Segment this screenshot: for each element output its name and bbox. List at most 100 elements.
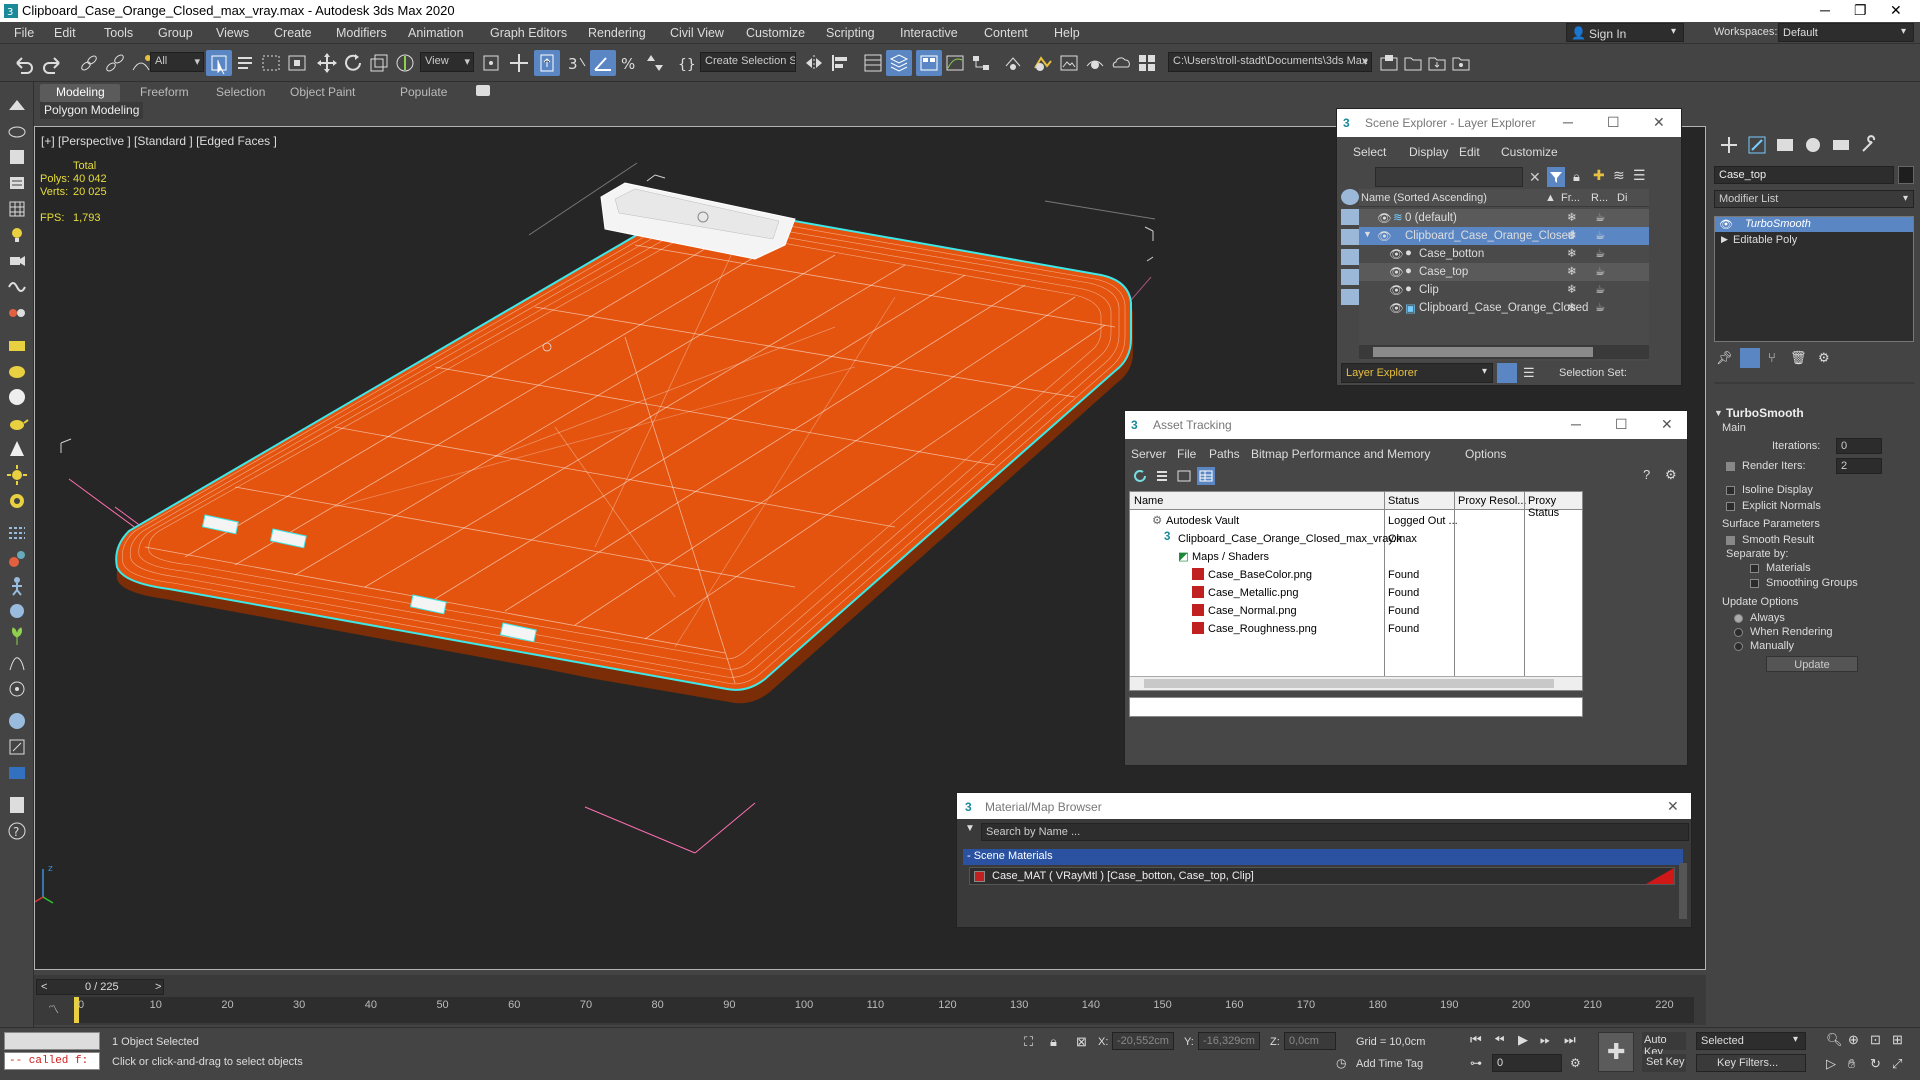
expand-arrow-icon[interactable]: ▼	[1363, 229, 1372, 239]
make-unique-icon[interactable]: ⑂	[1768, 350, 1776, 365]
crowd-icon[interactable]	[4, 676, 30, 702]
maxscript-listener[interactable]: -- called f:	[4, 1052, 100, 1070]
menu-customize[interactable]: Customize	[746, 26, 805, 40]
y-coordinate-field[interactable]: -16,329cm	[1198, 1032, 1260, 1050]
foliage-icon[interactable]	[4, 624, 30, 650]
box-icon[interactable]	[4, 358, 30, 384]
shapes-filter-icon[interactable]	[1341, 209, 1359, 225]
go-to-end-icon[interactable]: ⏭	[1564, 1032, 1576, 1048]
hierarchy-icon[interactable]: ☰	[1523, 365, 1535, 381]
set-key-button[interactable]: ✚	[1598, 1032, 1634, 1072]
reference-coordinate-dropdown[interactable]: View ▾	[420, 52, 474, 72]
undo-icon[interactable]	[10, 50, 36, 76]
render-production-icon[interactable]	[1082, 50, 1108, 76]
iterations-spinner[interactable]: 0	[1836, 438, 1882, 454]
lights-filter-icon[interactable]	[1341, 229, 1359, 245]
cone-icon[interactable]	[4, 436, 30, 462]
column-status[interactable]: Status	[1388, 495, 1419, 507]
render-teapot-icon[interactable]: ☕︎	[1595, 300, 1605, 314]
table-view-icon[interactable]	[1197, 467, 1215, 485]
auto-key-button[interactable]: Auto Key	[1642, 1032, 1686, 1058]
freeze-icon[interactable]: ❄︎	[1567, 264, 1577, 278]
explorer-type-dropdown[interactable]: Layer Explorer ▾	[1341, 363, 1493, 383]
material-browser-titlebar[interactable]: 3 Material/Map Browser ✕	[957, 793, 1691, 819]
display-icon[interactable]	[4, 708, 30, 734]
tab-object-paint[interactable]: Object Paint	[274, 84, 371, 102]
scene-explorer-menu-display[interactable]: Display	[1409, 145, 1448, 159]
menu-file[interactable]: File	[14, 26, 34, 40]
asset-row-normal[interactable]: Case_Normal.png Found	[1130, 602, 1582, 620]
teapot-icon[interactable]	[4, 410, 30, 436]
key-mode-icon[interactable]: ⊶	[1470, 1056, 1482, 1070]
tab-selection[interactable]: Selection	[200, 84, 281, 102]
time-slider-next-icon[interactable]: >	[155, 981, 161, 993]
hair-fur-icon[interactable]	[4, 650, 30, 676]
scene-materials-group[interactable]: - Scene Materials	[963, 849, 1683, 865]
scene-explorer-titlebar[interactable]: 3 Scene Explorer - Layer Explorer ─ ☐ ✕	[1337, 109, 1681, 137]
maxscript-listener-top[interactable]	[4, 1032, 100, 1050]
hierarchy-tab-icon[interactable]	[1774, 134, 1796, 156]
asset-row-max-file[interactable]: 3 Clipboard_Case_Orange_Closed_max_vray.…	[1130, 530, 1582, 548]
create-lights-icon[interactable]	[4, 144, 30, 170]
asset-row-metallic[interactable]: Case_Metallic.png Found	[1130, 584, 1582, 602]
eye-icon[interactable]: 👁︎	[1719, 218, 1733, 231]
plane-icon[interactable]	[4, 332, 30, 358]
render-iters-spinner[interactable]: 2	[1836, 458, 1882, 474]
select-object-icon[interactable]	[206, 50, 232, 76]
always-radio[interactable]	[1734, 612, 1747, 624]
add-time-tag[interactable]: Add Time Tag	[1356, 1058, 1423, 1070]
freeze-icon[interactable]: ❄︎	[1567, 210, 1577, 224]
select-by-name-icon[interactable]	[232, 50, 258, 76]
pan-icon[interactable]: ✋︎	[1848, 1056, 1855, 1072]
eye-icon[interactable]: 👁︎	[1389, 265, 1404, 279]
time-tag-icon[interactable]: ◷	[1336, 1056, 1346, 1070]
x-coordinate-field[interactable]: -20,552cm	[1112, 1032, 1174, 1050]
freeze-icon[interactable]: ❄︎	[1567, 300, 1577, 314]
pin-stack-icon[interactable]: 📌︎	[1716, 350, 1733, 366]
scene-explorer-menu-customize[interactable]: Customize	[1501, 145, 1558, 159]
create-cameras-icon[interactable]	[4, 170, 30, 196]
asset-tracking-titlebar[interactable]: 3 Asset Tracking ─ ☐ ✕	[1125, 411, 1687, 439]
project-settings-icon[interactable]	[1448, 50, 1474, 76]
eye-icon[interactable]: 👁︎	[1389, 247, 1404, 261]
scene-search-input[interactable]	[1375, 167, 1523, 187]
column-name[interactable]: Name	[1134, 495, 1163, 507]
asset-menu-paths[interactable]: Paths	[1209, 447, 1240, 461]
list-view-icon[interactable]	[1153, 467, 1171, 485]
tab-freeform[interactable]: Freeform	[124, 84, 205, 102]
scene-explorer-menu-select[interactable]: Select	[1353, 145, 1386, 159]
particles-icon[interactable]	[4, 520, 30, 546]
edit-named-selection-icon[interactable]: {}	[674, 50, 700, 76]
render-iters-checkbox[interactable]	[1726, 460, 1739, 472]
material-search-input[interactable]: Search by Name ...	[981, 823, 1689, 841]
isolate-selection-icon[interactable]: ⛶	[1024, 1034, 1033, 1050]
scene-states-icon[interactable]	[4, 760, 30, 786]
rotate-icon[interactable]	[340, 50, 366, 76]
modifier-list-dropdown[interactable]: Modifier List ▾	[1714, 190, 1914, 208]
asset-menu-file[interactable]: File	[1177, 447, 1196, 461]
zoom-extents-icon[interactable]: ⊡	[1870, 1032, 1881, 1048]
previous-frame-icon[interactable]: ⏪︎	[1494, 1032, 1504, 1048]
rendered-frame-window-icon[interactable]	[1056, 50, 1082, 76]
create-geometry-icon[interactable]	[4, 92, 30, 118]
toggle-scene-explorer-icon[interactable]	[860, 50, 886, 76]
mass-fx-icon[interactable]	[4, 598, 30, 624]
layers-icon[interactable]: ≋	[1613, 167, 1625, 184]
time-configuration-icon[interactable]: ⚙︎	[1570, 1056, 1581, 1070]
chevron-down-icon[interactable]: ▼	[965, 823, 975, 834]
dynamics-icon[interactable]	[4, 546, 30, 572]
save-folder-icon[interactable]	[1424, 50, 1450, 76]
link-icon[interactable]	[76, 50, 102, 76]
tree-row-clipboard-layer[interactable]: ▼ 👁︎ Clipboard_Case_Orange_Closed ❄︎ ☕︎	[1359, 227, 1649, 245]
render-teapot-icon[interactable]: ☕︎	[1595, 282, 1605, 296]
schematic-view-icon[interactable]	[968, 50, 994, 76]
maximize-viewport-icon[interactable]: ⤢	[1892, 1056, 1902, 1072]
object-color-swatch[interactable]	[1898, 166, 1914, 184]
minimize-icon[interactable]: ─	[1571, 416, 1581, 432]
character-icon[interactable]	[4, 572, 30, 598]
asset-row-roughness[interactable]: Case_Roughness.png Found	[1130, 620, 1582, 638]
project-folder-icon[interactable]	[1376, 50, 1402, 76]
object-name-field[interactable]: Case_top	[1714, 166, 1894, 184]
time-slider[interactable]: < 0 / 225 >	[36, 979, 164, 995]
helpers-icon[interactable]	[4, 248, 30, 274]
